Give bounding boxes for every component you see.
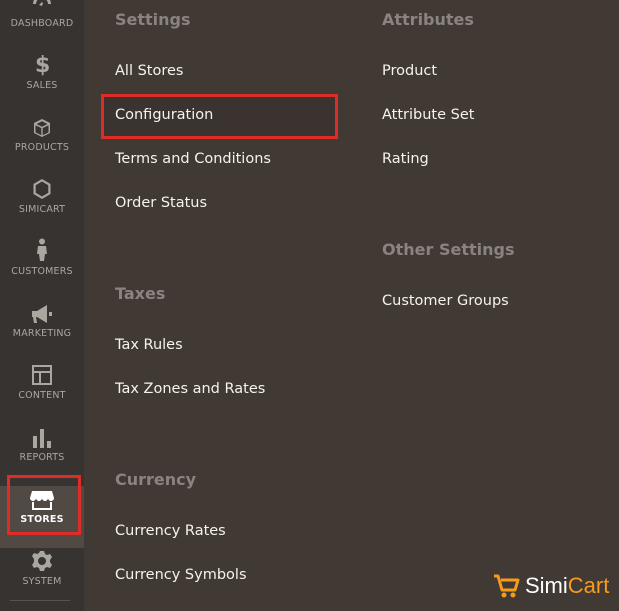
link-currency-rates[interactable]: Currency Rates <box>115 523 226 539</box>
logo-text-cart: Cart <box>567 573 610 598</box>
other-settings-section-title: Other Settings <box>382 240 515 259</box>
nav-simicart[interactable]: SIMICART <box>0 176 84 238</box>
nav-customers[interactable]: CUSTOMERS <box>0 238 84 300</box>
nav-products-label: PRODUCTS <box>14 142 70 153</box>
hexagon-icon <box>32 176 52 200</box>
settings-section-title: Settings <box>115 10 191 29</box>
nav-content-label: CONTENT <box>18 390 66 401</box>
stores-highlight-outline <box>7 475 81 535</box>
link-configuration[interactable]: Configuration <box>115 107 213 123</box>
link-all-stores[interactable]: All Stores <box>115 63 183 79</box>
nav-content[interactable]: CONTENT <box>0 362 84 424</box>
nav-system-label: SYSTEM <box>22 576 62 587</box>
link-attribute-set[interactable]: Attribute Set <box>382 107 474 123</box>
logo-text: SimiCart <box>525 573 609 599</box>
taxes-section-title: Taxes <box>115 284 166 303</box>
admin-sidebar: DASHBOARD $ SALES PRODUCTS SIMICART CUST… <box>0 0 84 611</box>
nav-marketing[interactable]: MARKETING <box>0 300 84 362</box>
gear-icon <box>31 548 53 572</box>
attributes-section-title: Attributes <box>382 10 474 29</box>
bar-chart-icon <box>32 424 52 448</box>
link-tax-rules[interactable]: Tax Rules <box>115 337 183 353</box>
dollar-icon: $ <box>34 52 50 76</box>
megaphone-icon <box>30 300 54 324</box>
cart-logo-icon <box>492 572 522 600</box>
currency-section-title: Currency <box>115 470 197 489</box>
link-currency-symbols[interactable]: Currency Symbols <box>115 567 247 583</box>
nav-products[interactable]: PRODUCTS <box>0 114 84 176</box>
nav-dashboard[interactable]: DASHBOARD <box>0 0 84 52</box>
sidebar-divider <box>10 600 70 601</box>
link-terms-and-conditions[interactable]: Terms and Conditions <box>115 151 271 167</box>
svg-text:$: $ <box>35 53 50 76</box>
person-icon <box>35 238 49 262</box>
nav-sales-label: SALES <box>26 80 58 91</box>
link-order-status[interactable]: Order Status <box>115 195 207 211</box>
simicart-logo: SimiCart <box>492 572 609 600</box>
nav-dashboard-label: DASHBOARD <box>10 18 74 29</box>
dashboard-icon <box>31 0 53 14</box>
link-tax-zones-and-rates[interactable]: Tax Zones and Rates <box>115 381 265 397</box>
nav-simicart-label: SIMICART <box>18 204 66 215</box>
stores-submenu-panel <box>84 0 619 611</box>
nav-customers-label: CUSTOMERS <box>11 266 73 277</box>
cube-icon <box>32 114 52 138</box>
link-product[interactable]: Product <box>382 63 437 79</box>
layout-icon <box>31 362 53 386</box>
nav-sales[interactable]: $ SALES <box>0 52 84 114</box>
nav-marketing-label: MARKETING <box>12 328 72 339</box>
link-customer-groups[interactable]: Customer Groups <box>382 293 509 309</box>
link-rating[interactable]: Rating <box>382 151 429 167</box>
nav-reports-label: REPORTS <box>19 452 65 463</box>
logo-text-simi: Simi <box>525 573 568 598</box>
